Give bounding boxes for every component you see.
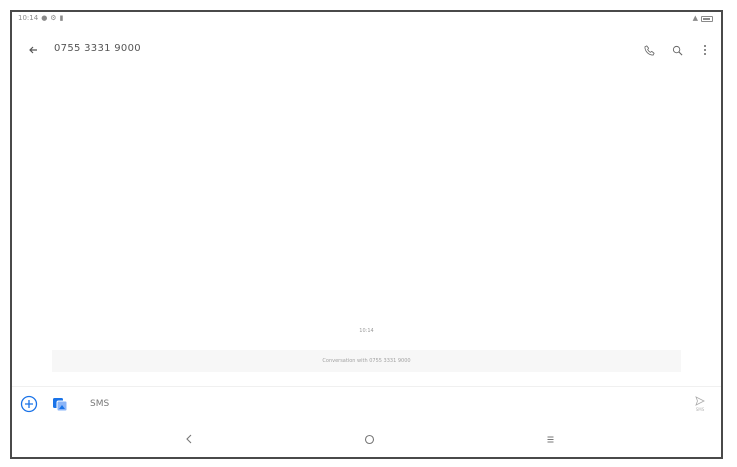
status-bar-right: ▲ xyxy=(693,15,713,22)
more-vert-icon xyxy=(704,45,706,55)
back-icon xyxy=(186,434,192,444)
conversation-info-strip: Conversation with 0755 3331 9000 xyxy=(52,350,681,372)
call-button[interactable] xyxy=(639,40,659,60)
message-input[interactable] xyxy=(90,395,650,413)
battery-icon xyxy=(701,15,713,22)
add-attachment-button[interactable] xyxy=(20,395,38,413)
gallery-icon xyxy=(53,398,68,412)
sim-icon: ▮ xyxy=(59,14,64,22)
back-button[interactable] xyxy=(24,41,42,59)
home-icon xyxy=(364,434,374,444)
gallery-button[interactable] xyxy=(51,395,69,413)
device-frame: 10:14 ● ⚙ ▮ ▲ 0755 3331 9000 10:14 Conve… xyxy=(10,10,723,459)
status-bar: 10:14 ● ⚙ ▮ ▲ xyxy=(12,12,721,28)
conversation-info-text: Conversation with 0755 3331 9000 xyxy=(322,358,411,364)
settings-icon: ⚙ xyxy=(50,14,57,22)
search-icon xyxy=(672,45,682,55)
nav-home-button[interactable] xyxy=(359,429,379,449)
arrow-back-icon xyxy=(29,46,37,54)
app-bar-actions xyxy=(639,40,715,60)
app-bar: 0755 3331 9000 xyxy=(12,34,721,66)
phone-icon xyxy=(644,44,655,55)
add-circle-icon xyxy=(20,395,38,413)
status-time: 10:14 xyxy=(18,14,39,22)
more-options-button[interactable] xyxy=(695,40,715,60)
search-button[interactable] xyxy=(667,40,687,60)
navigation-bar xyxy=(12,421,721,457)
status-bar-left: 10:14 ● ⚙ ▮ xyxy=(18,15,63,22)
send-icon xyxy=(695,396,705,406)
conversation-title: 0755 3331 9000 xyxy=(54,43,141,54)
send-sms-button[interactable]: SMS xyxy=(689,391,711,417)
compose-bar: SMS xyxy=(12,386,721,421)
message-timestamp: 10:14 xyxy=(359,328,374,334)
signal-icon: ▲ xyxy=(692,14,698,22)
notification-icon: ● xyxy=(41,14,48,22)
send-label: SMS xyxy=(695,407,705,412)
nav-recents-button[interactable] xyxy=(540,429,560,449)
nav-back-button[interactable] xyxy=(179,429,199,449)
recents-icon xyxy=(547,436,553,442)
conversation-area[interactable]: 10:14 Conversation with 0755 3331 9000 xyxy=(12,68,721,384)
